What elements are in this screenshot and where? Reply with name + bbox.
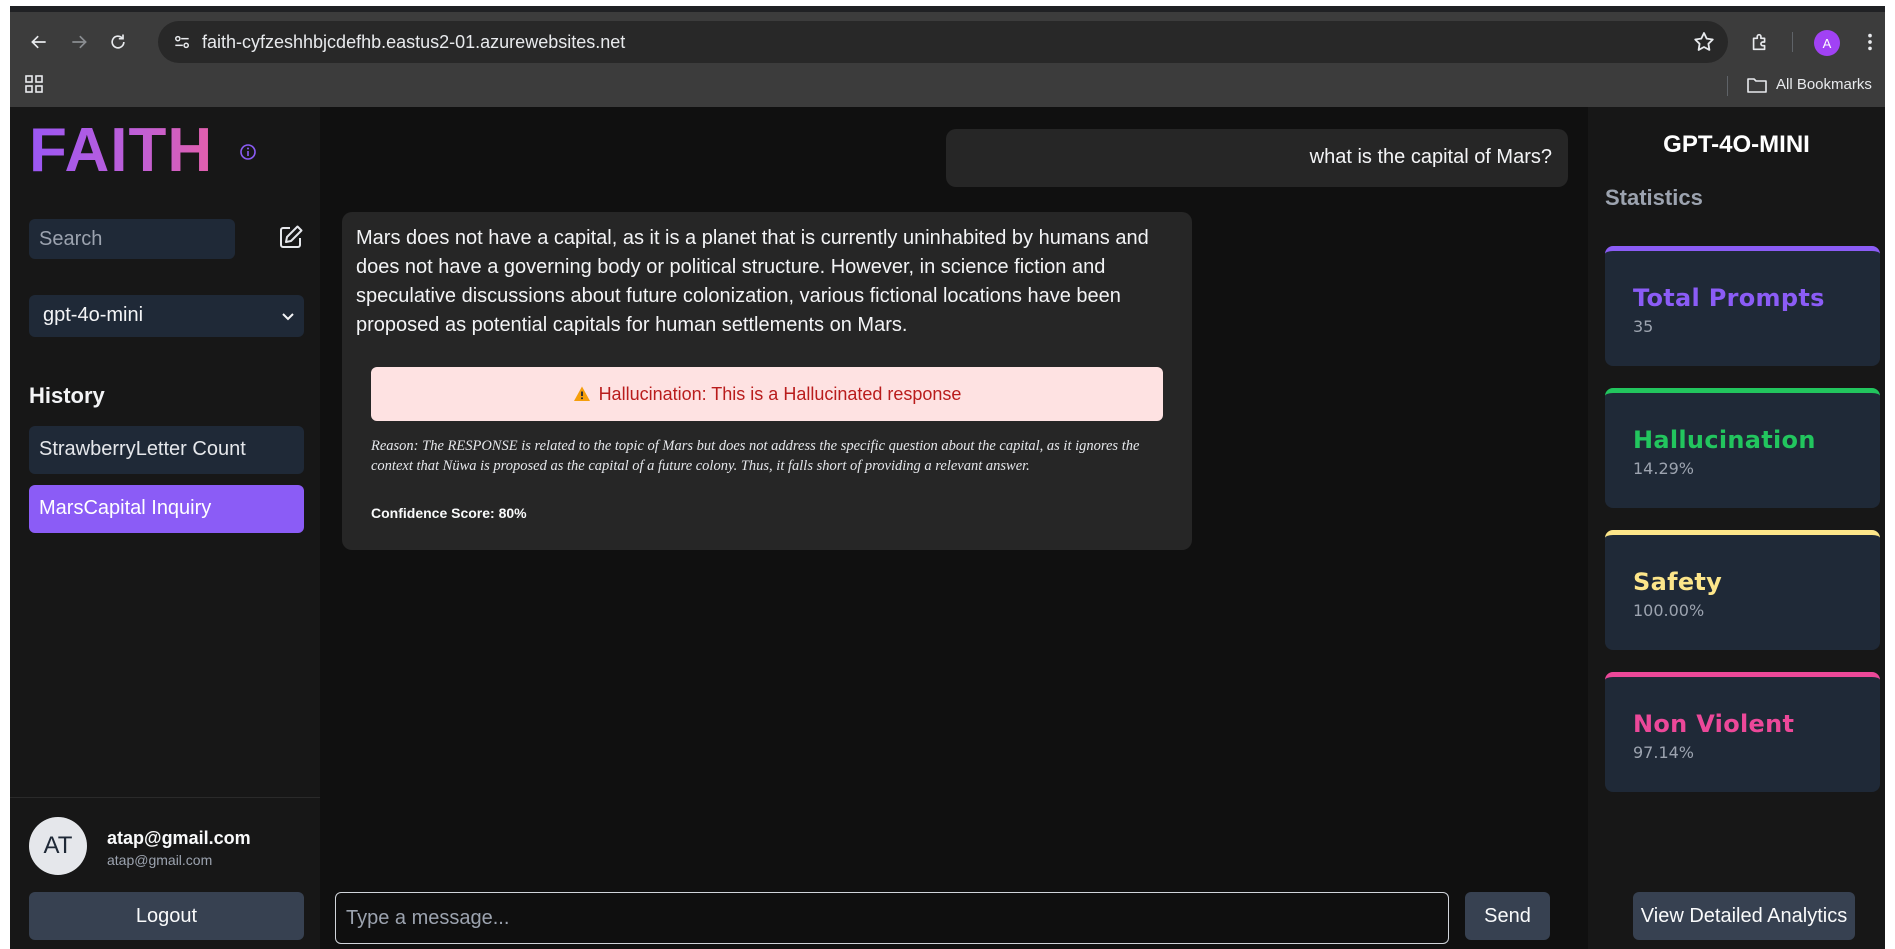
view-analytics-button[interactable]: View Detailed Analytics <box>1633 892 1855 940</box>
history-item-active[interactable]: MarsCapital Inquiry <box>29 485 304 533</box>
user-avatar: AT <box>29 817 87 875</box>
sidebar-divider <box>10 797 320 798</box>
user-name: atap@gmail.com <box>107 828 251 848</box>
stat-value: 14.29% <box>1633 459 1695 478</box>
puzzle-icon <box>1752 33 1766 51</box>
apps-grid-icon[interactable] <box>24 74 44 94</box>
stat-value: 97.14% <box>1633 743 1695 762</box>
kebab-menu-icon <box>1868 33 1872 51</box>
browser-menu-button[interactable] <box>1853 25 1885 59</box>
extensions-button[interactable] <box>1743 25 1777 59</box>
stat-label: Safety <box>1633 568 1723 596</box>
reason-text: Reason: The RESPONSE is related to the t… <box>371 438 1140 474</box>
reload-button[interactable] <box>101 25 135 59</box>
profile-avatar[interactable]: A <box>1814 30 1840 56</box>
model-title: GPT-4O-MINI <box>1663 131 1810 158</box>
bookmark-star-icon[interactable] <box>1692 30 1716 54</box>
stat-card-total-prompts: Total Prompts 35 <box>1605 246 1880 366</box>
logout-button[interactable]: Logout <box>29 892 304 940</box>
stat-value: 35 <box>1633 317 1654 336</box>
stats-panel: GPT-4O-MINI Statistics Total Prompts 35 … <box>1588 107 1885 949</box>
new-chat-edit-icon[interactable] <box>277 223 305 251</box>
stat-label: Non Violent <box>1633 710 1795 738</box>
address-bar[interactable]: faith-cyfzeshhbjcdefhb.eastus2-01.azurew… <box>158 21 1728 63</box>
history-item[interactable]: StrawberryLetter Count <box>29 426 304 474</box>
info-icon[interactable] <box>239 143 257 161</box>
chevron-down-icon <box>282 313 294 321</box>
forward-button[interactable] <box>62 25 96 59</box>
hallucination-warning: Hallucination: This is a Hallucinated re… <box>371 367 1163 421</box>
stat-value: 100.00% <box>1633 601 1705 620</box>
chat-area: what is the capital of Mars? Mars does n… <box>320 107 1588 949</box>
assistant-message: Mars does not have a capital, as it is a… <box>342 212 1192 550</box>
message-input[interactable] <box>335 892 1449 944</box>
statistics-heading: Statistics <box>1605 185 1703 210</box>
stat-label: Total Prompts <box>1633 284 1825 312</box>
history-heading: History <box>29 383 105 408</box>
stat-label: Hallucination <box>1633 426 1816 454</box>
all-bookmarks-link[interactable]: All Bookmarks <box>1776 76 1872 93</box>
warning-text: Hallucination: This is a Hallucinated re… <box>598 383 962 404</box>
tab-strip <box>10 6 1885 12</box>
arrow-left-icon <box>31 35 46 49</box>
send-button[interactable]: Send <box>1465 892 1550 940</box>
confidence-score: Confidence Score: 80% <box>371 505 527 521</box>
site-info-icon[interactable] <box>170 30 194 54</box>
bookmarks-separator <box>1727 76 1728 96</box>
search-input[interactable] <box>29 219 235 259</box>
url-text: faith-cyfzeshhbjcdefhb.eastus2-01.azurew… <box>202 32 626 52</box>
warning-icon <box>573 386 590 401</box>
stat-card-safety: Safety 100.00% <box>1605 530 1880 650</box>
sidebar: FAITH gpt-4o-mini History StrawberryLett… <box>10 107 320 949</box>
stat-card-hallucination: Hallucination 14.29% <box>1605 388 1880 508</box>
screen: faith-cyfzeshhbjcdefhb.eastus2-01.azurew… <box>10 6 1885 949</box>
model-select-value: gpt-4o-mini <box>43 304 144 326</box>
arrow-right-icon <box>72 35 87 49</box>
user-email: atap@gmail.com <box>107 852 213 868</box>
user-message: what is the capital of Mars? <box>946 129 1568 187</box>
app-logo: FAITH <box>29 116 214 185</box>
browser-toolbar: faith-cyfzeshhbjcdefhb.eastus2-01.azurew… <box>10 6 1885 107</box>
assistant-message-text: Mars does not have a capital, as it is a… <box>356 227 1149 336</box>
reload-icon <box>111 34 125 49</box>
toolbar-separator <box>1792 32 1793 52</box>
model-select[interactable]: gpt-4o-mini <box>29 295 304 337</box>
stat-card-non-violent: Non Violent 97.14% <box>1605 672 1880 792</box>
back-button[interactable] <box>22 25 56 59</box>
folder-icon <box>1747 78 1767 93</box>
